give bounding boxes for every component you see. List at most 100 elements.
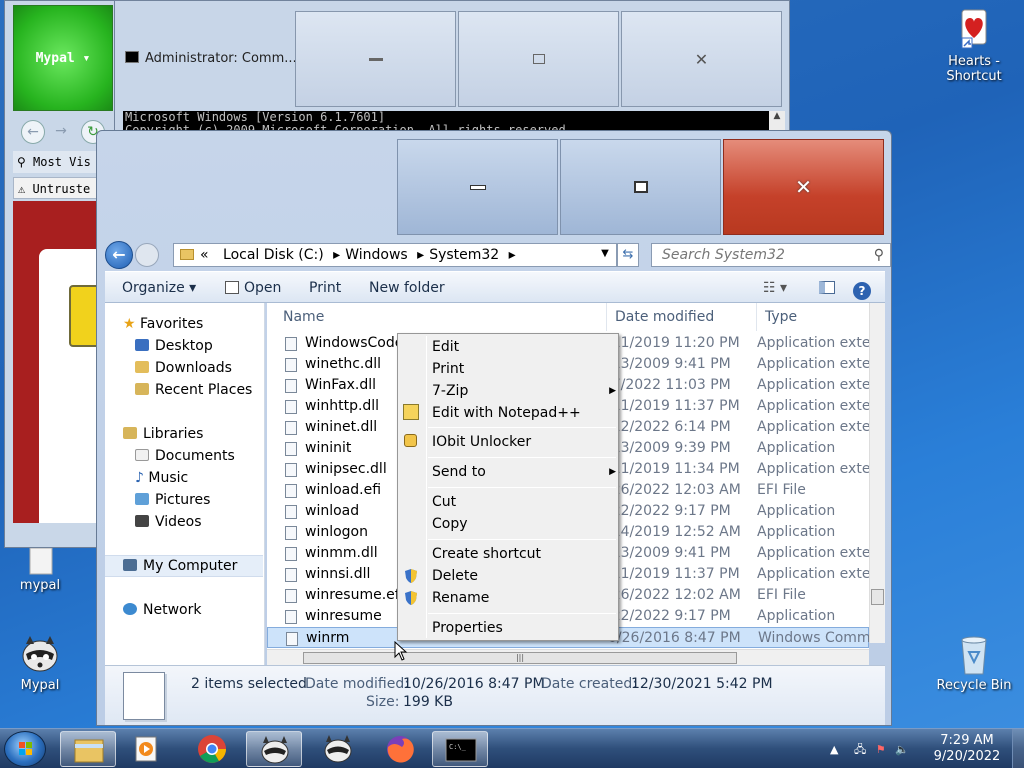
preview-pane-icon[interactable] [819, 272, 835, 304]
folder-icon [180, 249, 194, 260]
nav-libraries[interactable]: Libraries [123, 423, 203, 445]
volume-icon[interactable]: 🔈 [895, 743, 909, 756]
minimize-icon [368, 57, 383, 61]
taskbar-explorer[interactable] [60, 731, 116, 767]
menu-item-edit-notepadpp[interactable]: Edit with Notepad++ [432, 402, 581, 424]
column-header-date[interactable]: Date modified [607, 303, 757, 331]
show-desktop-button[interactable] [1012, 729, 1024, 768]
show-hidden-icons[interactable]: ▲ [830, 743, 838, 756]
vertical-scrollbar[interactable] [869, 303, 885, 643]
cmd-window[interactable]: Administrator: Comm... ✕ Microsoft Windo… [114, 0, 790, 133]
forward-button[interactable] [135, 243, 159, 267]
nav-music[interactable]: ♪ Music [135, 467, 188, 489]
taskbar-mypal-active[interactable] [246, 731, 302, 767]
nav-favorites[interactable]: ★ Favorites [123, 313, 203, 335]
submenu-arrow-icon: ▶ [609, 386, 616, 396]
start-button[interactable] [4, 731, 46, 767]
address-bar[interactable]: « Local Disk (C:) ▸ Windows ▸ System32 ▸ [173, 243, 617, 267]
file-icon [285, 526, 297, 540]
nav-downloads[interactable]: Downloads [135, 357, 232, 379]
back-icon[interactable]: ← [21, 120, 45, 144]
cmd-minimize-button[interactable] [295, 11, 456, 107]
nav-desktop[interactable]: Desktop [135, 335, 213, 357]
network-icon [123, 603, 137, 615]
network-tray-icon[interactable]: 🖧 [854, 743, 866, 756]
mouse-cursor-icon [394, 641, 408, 661]
nav-videos[interactable]: Videos [135, 511, 202, 533]
chevron-right-icon[interactable]: ▸ [333, 247, 340, 263]
horizontal-scrollbar[interactable]: ||| [267, 649, 869, 665]
breadcrumb-windows[interactable]: Windows [345, 247, 408, 263]
menu-separator [428, 539, 616, 540]
menu-item-create-shortcut[interactable]: Create shortcut [432, 543, 541, 565]
menu-item-copy[interactable]: Copy [432, 513, 468, 535]
mypal-menu-button[interactable]: Mypal ▾ [13, 5, 113, 111]
cmd-close-button[interactable]: ✕ [621, 11, 782, 107]
address-overflow[interactable]: « [200, 247, 209, 263]
menu-item-iobit-unlocker[interactable]: IObit Unlocker [432, 431, 531, 453]
file-type: Application exter [757, 377, 869, 393]
chevron-right-icon[interactable]: ▸ [509, 247, 516, 263]
navigation-pane: ★ Favorites Desktop Downloads Recent Pla… [105, 303, 265, 665]
search-input[interactable]: Search System32 ⚲ [651, 243, 891, 267]
taskbar-firefox[interactable] [372, 731, 428, 767]
nav-recent-places[interactable]: Recent Places [135, 379, 252, 401]
menu-item-send-to[interactable]: Send to ▶ [432, 461, 616, 483]
open-button[interactable]: Open [225, 272, 281, 304]
menu-item-rename[interactable]: Rename [432, 587, 489, 609]
cmd-maximize-button[interactable] [458, 11, 619, 107]
explorer-maximize-button[interactable] [560, 139, 721, 235]
organize-button[interactable]: Organize ▾ [122, 272, 196, 304]
taskbar-media-player[interactable] [118, 731, 174, 767]
menu-item-7zip[interactable]: 7-Zip ▶ [432, 380, 616, 402]
refresh-button[interactable]: ⇆ [617, 243, 639, 267]
selection-count: 2 items selected [191, 676, 307, 692]
search-icon[interactable]: ⚲ [874, 244, 884, 266]
menu-item-label: Send to [432, 464, 486, 480]
print-button[interactable]: Print [309, 272, 341, 304]
taskbar-mypal[interactable] [310, 731, 366, 767]
close-icon: ✕ [694, 49, 709, 69]
nav-network[interactable]: Network [123, 599, 201, 621]
address-dropdown-icon[interactable]: ▼ [595, 243, 615, 267]
view-options-icon[interactable]: ☷ ▾ [763, 272, 787, 304]
scroll-thumb[interactable] [871, 589, 884, 605]
new-folder-button[interactable]: New folder [369, 272, 445, 304]
nav-my-computer[interactable]: My Computer [123, 555, 237, 577]
file-name: WindowsCode [305, 335, 401, 351]
explorer-minimize-button[interactable] [397, 139, 558, 235]
breadcrumb-local-disk[interactable]: Local Disk (C:) [223, 247, 324, 263]
action-center-icon[interactable]: ⚑ [876, 743, 886, 756]
clock[interactable]: 7:29 AM 9/20/2022 [932, 733, 1002, 765]
scroll-thumb[interactable]: ||| [303, 652, 737, 664]
menu-separator [428, 457, 616, 458]
menu-item-edit[interactable]: Edit [432, 336, 459, 358]
menu-item-properties[interactable]: Properties [432, 617, 503, 639]
menu-item-cut[interactable]: Cut [432, 491, 456, 513]
forward-icon[interactable]: → [49, 120, 73, 144]
desktop-icon-mypal-folder[interactable]: mypal [2, 547, 78, 593]
menu-item-delete[interactable]: Delete [432, 565, 478, 587]
chevron-right-icon[interactable]: ▸ [417, 247, 424, 263]
nav-label: Network [143, 602, 202, 618]
desktop-icon-recycle-bin[interactable]: Recycle Bin [936, 632, 1012, 693]
breadcrumb-system32[interactable]: System32 [429, 247, 499, 263]
desktop-icon-hearts[interactable]: Hearts - Shortcut [936, 8, 1012, 84]
help-icon[interactable]: ? [853, 272, 871, 304]
nav-pictures[interactable]: Pictures [135, 489, 210, 511]
explorer-close-button[interactable]: ✕ [723, 139, 884, 235]
desktop-icon-mypal[interactable]: Mypal [2, 632, 78, 693]
file-settings-icon [123, 672, 165, 720]
column-header-type[interactable]: Type [757, 303, 869, 331]
nav-label: My Computer [143, 558, 238, 574]
back-arrow-icon: ← [112, 245, 126, 264]
taskbar-chrome[interactable] [184, 731, 240, 767]
back-button[interactable]: ← [105, 241, 133, 269]
taskbar-cmd[interactable]: C:\_ [432, 731, 488, 767]
nav-documents[interactable]: Documents [135, 445, 235, 467]
column-header-name[interactable]: Name [275, 303, 607, 331]
file-name: winethc.dll [305, 356, 382, 372]
file-name: winresume [305, 608, 382, 624]
menu-item-print[interactable]: Print [432, 358, 464, 380]
file-type: EFI File [757, 587, 806, 603]
